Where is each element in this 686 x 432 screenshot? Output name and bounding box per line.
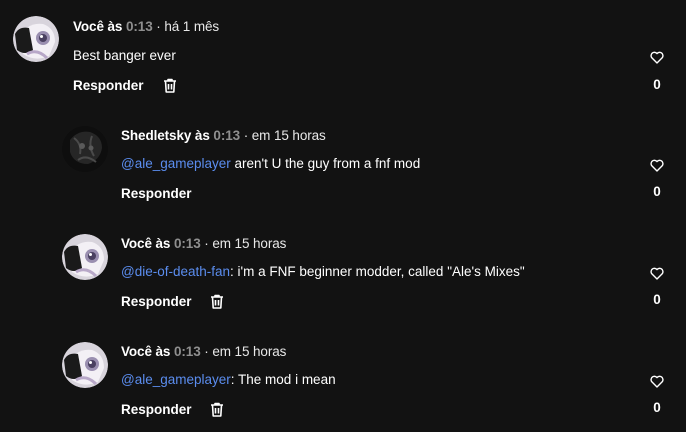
posted-ago: · em 15 horas [204,236,287,251]
trash-icon[interactable] [210,402,224,417]
comment-text: @ale_gameplayer: The mod i mean [121,372,336,387]
trash-icon[interactable] [210,294,224,309]
timestamp-link[interactable]: 0:13 [174,344,201,359]
comment-text: @die-of-death-fan: i'm a FNF beginner mo… [121,264,525,279]
posted-ago: · em 15 horas [204,344,287,359]
heart-icon[interactable] [650,159,664,172]
reply-button[interactable]: Responder [121,186,192,201]
trash-icon[interactable] [163,78,177,93]
reply-button[interactable]: Responder [121,294,192,309]
comment-meta: Você às 0:13 · há 1 mês [73,19,219,34]
author-name[interactable]: Shedletsky às [121,128,210,143]
author-name[interactable]: Você às [121,236,170,251]
timestamp-link[interactable]: 0:13 [174,236,201,251]
like-count: 0 [653,184,661,199]
comment-body: : i'm a FNF beginner modder, called "Ale… [230,264,525,279]
mention-link[interactable]: @ale_gameplayer [121,372,231,387]
user-avatar-white-icon [62,234,108,280]
like-count: 0 [653,77,661,92]
avatar[interactable] [62,342,108,388]
like-count: 0 [653,292,661,307]
comment-text: @ale_gameplayer aren't U the guy from a … [121,156,420,171]
comment-text: Best banger ever [73,48,176,63]
comment-meta: Você às 0:13 · em 15 horas [121,344,286,359]
heart-icon[interactable] [650,267,664,280]
reply-button[interactable]: Responder [73,78,144,93]
comment-body: aren't U the guy from a fnf mod [230,156,421,171]
like-count: 0 [653,400,661,415]
heart-icon[interactable] [650,51,664,64]
author-name[interactable]: Você às [73,19,122,34]
comment-body: : The mod i mean [230,372,336,387]
comment-body: Best banger ever [73,48,176,63]
mention-link[interactable]: @ale_gameplayer [121,156,231,171]
user-avatar-dark-icon [62,126,108,172]
comment-2: Shedletsky às 0:13 · em 15 horas @ale_ga… [0,108,686,216]
posted-ago: · há 1 mês [156,19,220,34]
user-avatar-white-icon [13,16,59,62]
comment-meta: Shedletsky às 0:13 · em 15 horas [121,128,326,143]
mention-link[interactable]: @die-of-death-fan [121,264,230,279]
posted-ago: · em 15 horas [243,128,326,143]
reply-button[interactable]: Responder [121,402,192,417]
heart-icon[interactable] [650,375,664,388]
avatar[interactable] [62,126,108,172]
timestamp-link[interactable]: 0:13 [126,19,153,34]
comment-4: Você às 0:13 · em 15 horas @ale_gameplay… [0,324,686,432]
comment-3: Você às 0:13 · em 15 horas @die-of-death… [0,216,686,324]
timestamp-link[interactable]: 0:13 [213,128,240,143]
comment-1: Você às 0:13 · há 1 mês Best banger ever… [0,0,686,100]
author-name[interactable]: Você às [121,344,170,359]
avatar[interactable] [62,234,108,280]
comment-meta: Você às 0:13 · em 15 horas [121,236,286,251]
user-avatar-white-icon [62,342,108,388]
avatar[interactable] [13,16,59,62]
